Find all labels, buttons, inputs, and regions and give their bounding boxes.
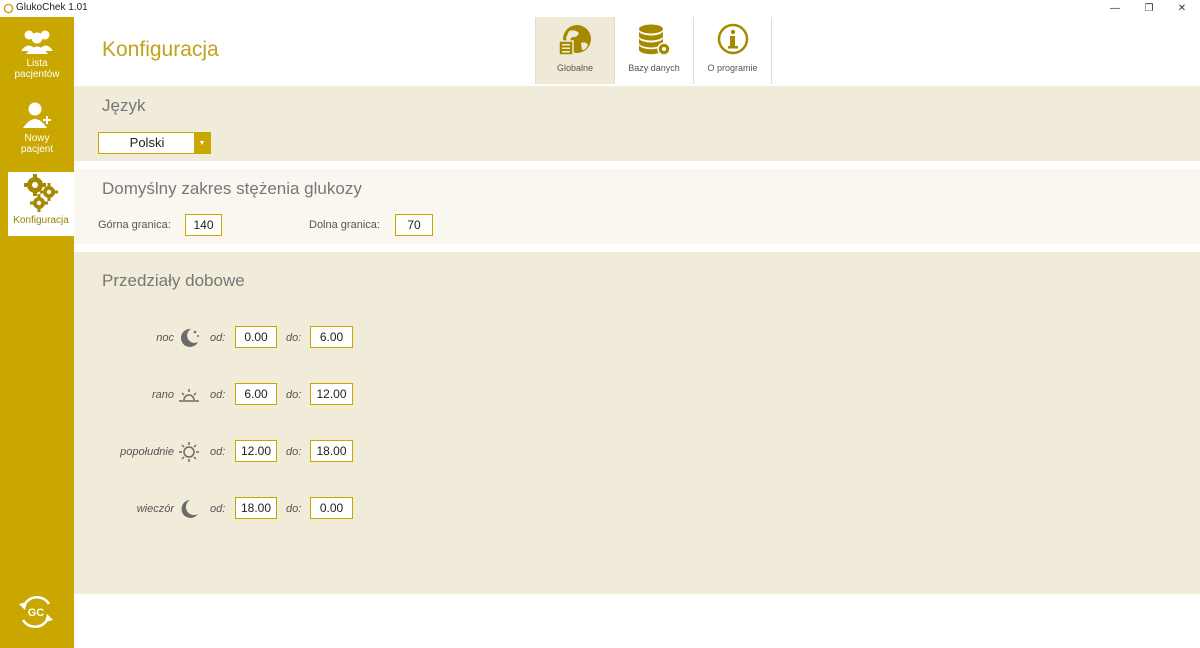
gears-icon bbox=[24, 174, 58, 212]
language-section: Język Polski ▼ bbox=[74, 86, 1200, 161]
to-label: do: bbox=[286, 446, 302, 458]
period-to-field[interactable]: 18.00 bbox=[310, 440, 353, 462]
users-icon bbox=[21, 30, 53, 54]
tab-label: Globalne bbox=[556, 63, 594, 73]
page-title: Konfiguracja bbox=[102, 38, 219, 61]
period-from-field[interactable]: 18.00 bbox=[235, 497, 277, 519]
chevron-down-icon[interactable]: ▼ bbox=[194, 133, 210, 153]
sidebar-item-label: Lista pacjentów bbox=[14, 58, 60, 80]
from-label: od: bbox=[210, 503, 226, 515]
sidebar: Lista pacjentów Nowy pacjent Konfiguracj… bbox=[0, 17, 74, 648]
language-section-title: Język bbox=[102, 96, 146, 115]
lower-limit-label: Dolna granica: bbox=[309, 219, 380, 231]
language-select[interactable]: Polski ▼ bbox=[98, 132, 211, 154]
sun-icon bbox=[179, 442, 199, 462]
from-label: od: bbox=[210, 389, 226, 401]
period-name: rano bbox=[151, 389, 174, 401]
window-title: GlukoChek 1.01 bbox=[16, 2, 88, 13]
moon-stars-icon bbox=[180, 328, 199, 347]
sidebar-item-configuration[interactable]: Konfiguracja bbox=[8, 172, 74, 236]
moon-icon bbox=[181, 500, 198, 518]
period-to-field[interactable]: 0.00 bbox=[310, 497, 353, 519]
daily-periods-section: Przedziały dobowe noc od: 0.00 do: 6.00 … bbox=[74, 252, 1200, 594]
from-label: od: bbox=[210, 332, 226, 344]
upper-limit-field[interactable]: 140 bbox=[185, 214, 222, 236]
to-label: do: bbox=[286, 503, 302, 515]
to-label: do: bbox=[286, 332, 302, 344]
language-select-value: Polski bbox=[129, 135, 165, 150]
tab-label: Bazy danych bbox=[628, 63, 680, 73]
from-label: od: bbox=[210, 446, 226, 458]
tab-label: O programie bbox=[707, 63, 758, 73]
minimize-button[interactable]: — bbox=[1103, 0, 1127, 17]
globe-icon bbox=[558, 25, 591, 56]
gc-logo-icon: GC bbox=[19, 596, 53, 628]
sidebar-item-label: Konfiguracja bbox=[13, 215, 69, 226]
lower-limit-field[interactable]: 70 bbox=[395, 214, 433, 236]
upper-limit-label: Górna granica: bbox=[98, 219, 171, 231]
period-to-field[interactable]: 12.00 bbox=[310, 383, 353, 405]
period-from-field[interactable]: 6.00 bbox=[235, 383, 277, 405]
tab-databases[interactable]: Bazy danych bbox=[614, 17, 693, 84]
info-icon bbox=[717, 23, 748, 55]
tab-global[interactable]: Globalne bbox=[535, 17, 614, 84]
sidebar-item-label: Nowy pacjent bbox=[20, 133, 54, 155]
svg-text:GC: GC bbox=[28, 607, 45, 619]
period-name: wieczór bbox=[136, 503, 174, 515]
database-icon bbox=[639, 24, 671, 56]
close-button[interactable]: ✕ bbox=[1170, 0, 1194, 17]
to-label: do: bbox=[286, 389, 302, 401]
add-user-icon bbox=[23, 102, 51, 128]
sunrise-icon bbox=[179, 389, 199, 402]
glucose-section-title: Domyślny zakres stężenia glukozy bbox=[102, 179, 362, 198]
glucose-range-section: Domyślny zakres stężenia glukozy Górna g… bbox=[74, 169, 1200, 244]
sidebar-item-new-patient[interactable]: Nowy pacjent bbox=[0, 100, 74, 164]
title-bar: GlukoChek 1.01 — ❐ ✕ bbox=[0, 0, 1200, 17]
maximize-button[interactable]: ❐ bbox=[1137, 0, 1161, 17]
period-name: noc bbox=[156, 332, 174, 344]
daily-periods-title: Przedziały dobowe bbox=[102, 271, 245, 290]
period-to-field[interactable]: 6.00 bbox=[310, 326, 353, 348]
period-name: popołudnie bbox=[120, 446, 174, 458]
sidebar-item-patient-list[interactable]: Lista pacjentów bbox=[0, 27, 74, 91]
app-logo-icon bbox=[3, 3, 14, 14]
period-from-field[interactable]: 12.00 bbox=[235, 440, 277, 462]
period-from-field[interactable]: 0.00 bbox=[235, 326, 277, 348]
settings-tabs: Globalne Bazy danych O programie bbox=[535, 17, 772, 84]
tab-about[interactable]: O programie bbox=[693, 17, 772, 84]
